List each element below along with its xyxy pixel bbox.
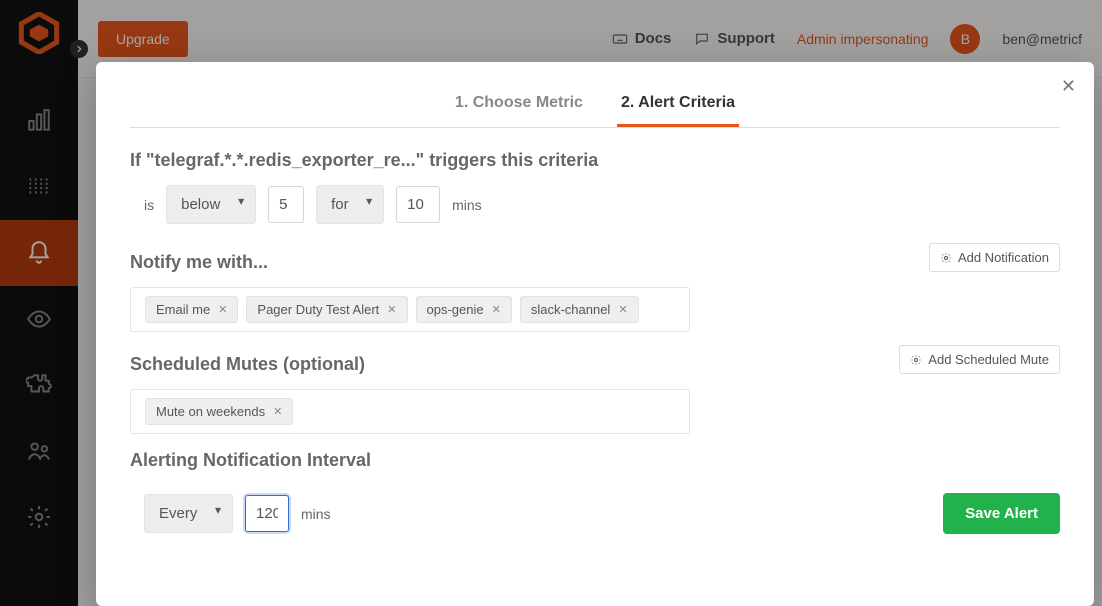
interval-mode-select[interactable]: Every	[144, 494, 233, 533]
remove-tag-icon[interactable]: ✕	[273, 405, 282, 418]
mutes-box[interactable]: Mute on weekends✕	[130, 389, 690, 434]
tab-alert-criteria[interactable]: 2. Alert Criteria	[617, 86, 739, 127]
tab-choose-metric[interactable]: 1. Choose Metric	[451, 86, 587, 127]
notify-header: Notify me with...	[130, 252, 268, 273]
notification-tag: Pager Duty Test Alert✕	[246, 296, 407, 323]
comparator-select[interactable]: below	[166, 185, 256, 224]
threshold-input[interactable]	[268, 186, 304, 223]
remove-tag-icon[interactable]: ✕	[387, 303, 396, 316]
alert-editor-modal: ✕ 1. Choose Metric 2. Alert Criteria If …	[96, 62, 1094, 606]
mins-label: mins	[301, 506, 331, 522]
remove-tag-icon[interactable]: ✕	[218, 303, 227, 316]
mins-label: mins	[452, 197, 482, 213]
notification-tag: slack-channel✕	[520, 296, 639, 323]
mute-tag: Mute on weekends✕	[145, 398, 293, 425]
add-mute-label: Add Scheduled Mute	[928, 352, 1049, 367]
close-icon[interactable]: ✕	[1061, 76, 1076, 97]
mutes-header: Scheduled Mutes (optional)	[130, 354, 365, 375]
remove-tag-icon[interactable]: ✕	[492, 303, 501, 316]
notifications-box[interactable]: Email me✕ Pager Duty Test Alert✕ ops-gen…	[130, 287, 690, 332]
gear-icon	[940, 252, 952, 264]
remove-tag-icon[interactable]: ✕	[618, 303, 627, 316]
notification-tag: ops-genie✕	[416, 296, 512, 323]
criteria-header: If "telegraf.*.*.redis_exporter_re..." t…	[130, 150, 1060, 171]
interval-input[interactable]	[245, 495, 289, 532]
interval-header: Alerting Notification Interval	[130, 450, 1060, 471]
is-label: is	[144, 197, 154, 213]
add-scheduled-mute-button[interactable]: Add Scheduled Mute	[899, 345, 1060, 374]
add-notification-button[interactable]: Add Notification	[929, 243, 1060, 272]
duration-mode-select[interactable]: for	[316, 185, 384, 224]
add-notification-label: Add Notification	[958, 250, 1049, 265]
modal-tabs: 1. Choose Metric 2. Alert Criteria	[130, 86, 1060, 128]
save-alert-button[interactable]: Save Alert	[943, 493, 1060, 534]
notification-tag: Email me✕	[145, 296, 238, 323]
gear-icon	[910, 354, 922, 366]
duration-input[interactable]	[396, 186, 440, 223]
